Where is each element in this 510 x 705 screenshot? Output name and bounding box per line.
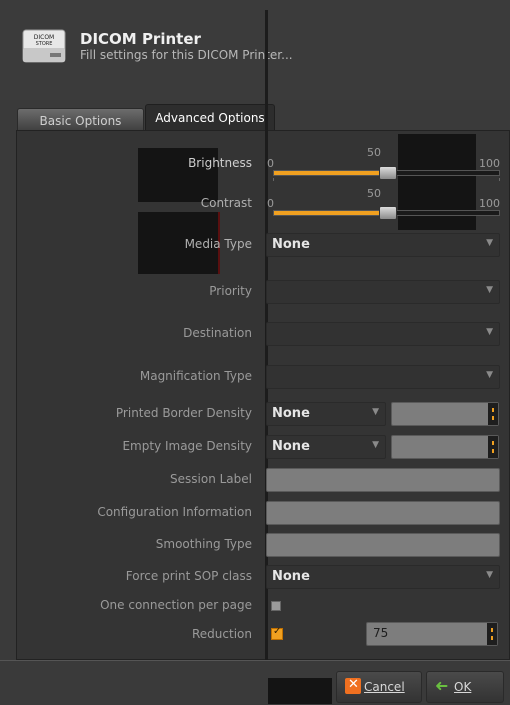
svg-text:DICOM: DICOM xyxy=(34,34,54,41)
brightness-max: 100 xyxy=(479,157,500,170)
printed-border-density-value: None xyxy=(272,406,310,421)
printed-border-density-spinbox[interactable] xyxy=(391,402,499,426)
configuration-information-label: Configuration Information xyxy=(97,505,252,519)
force-print-sop-class-select[interactable]: None ▼ xyxy=(266,565,500,589)
chevron-down-icon: ▼ xyxy=(486,327,493,337)
spin-arrows-icon[interactable] xyxy=(488,436,498,458)
printed-border-density-label: Printed Border Density xyxy=(115,406,252,420)
tab-basic-options[interactable]: Basic Options xyxy=(17,108,144,131)
chevron-down-icon: ▼ xyxy=(372,407,379,417)
force-print-sop-class-value: None xyxy=(272,569,310,584)
media-type-label: Media Type xyxy=(184,237,252,251)
spin-arrows-icon[interactable] xyxy=(488,403,498,425)
magnification-type-select[interactable]: ▼ xyxy=(266,365,500,389)
reduction-value: 75 xyxy=(373,626,389,640)
tab-advanced-options[interactable]: Advanced Options xyxy=(145,104,275,131)
force-print-sop-class-label: Force print SOP class xyxy=(125,569,252,583)
chevron-down-icon: ▼ xyxy=(486,570,493,580)
printed-border-density-select[interactable]: None ▼ xyxy=(266,402,386,426)
dialog-header: DICOM STORE DICOM Printer Fill settings … xyxy=(0,0,510,100)
media-type-select[interactable]: None ▼ xyxy=(266,233,500,257)
destination-label: Destination xyxy=(183,326,252,340)
reduction-checkbox[interactable] xyxy=(271,626,283,640)
cancel-button-label: Cancel xyxy=(364,680,405,694)
contrast-label: Contrast xyxy=(200,196,252,210)
cancel-icon xyxy=(345,677,361,694)
contrast-slider-handle[interactable] xyxy=(378,206,397,220)
session-label-label: Session Label xyxy=(170,472,252,486)
brightness-label: Brightness xyxy=(188,156,252,170)
reduction-label: Reduction xyxy=(192,627,252,641)
brightness-min: 0 xyxy=(267,157,274,170)
dicom-store-printer-icon: DICOM STORE xyxy=(22,29,66,63)
smoothing-type-input[interactable] xyxy=(266,533,500,557)
brightness-value: 50 xyxy=(367,146,381,159)
empty-image-density-label: Empty Image Density xyxy=(122,439,252,453)
configuration-information-input[interactable] xyxy=(266,501,500,525)
priority-select[interactable]: ▼ xyxy=(266,280,500,304)
render-artifact-line xyxy=(265,10,268,704)
contrast-value: 50 xyxy=(367,187,381,200)
contrast-slider-fill xyxy=(274,211,387,215)
dialog-title: DICOM Printer xyxy=(80,30,201,48)
magnification-type-label: Magnification Type xyxy=(139,369,252,383)
media-type-value: None xyxy=(272,237,310,252)
render-artifact xyxy=(268,678,332,704)
ok-button-label: OK xyxy=(454,680,472,694)
chevron-down-icon: ▼ xyxy=(372,440,379,450)
contrast-min: 0 xyxy=(267,197,274,210)
chevron-down-icon: ▼ xyxy=(486,238,493,248)
smoothing-type-label: Smoothing Type xyxy=(155,537,252,551)
cancel-button[interactable]: Cancel xyxy=(336,671,422,703)
contrast-slider[interactable] xyxy=(273,206,500,220)
ok-arrow-icon xyxy=(435,678,451,694)
empty-image-density-value: None xyxy=(272,439,310,454)
empty-image-density-spinbox[interactable] xyxy=(391,435,499,459)
chevron-down-icon: ▼ xyxy=(486,370,493,380)
reduction-spinbox[interactable]: 75 xyxy=(366,622,498,646)
brightness-slider[interactable] xyxy=(273,166,500,180)
brightness-slider-ticks xyxy=(273,178,500,181)
contrast-max: 100 xyxy=(479,197,500,210)
empty-image-density-select[interactable]: None ▼ xyxy=(266,435,386,459)
chevron-down-icon: ▼ xyxy=(486,285,493,295)
svg-text:STORE: STORE xyxy=(36,41,53,47)
dialog-subtitle: Fill settings for this DICOM Printer... xyxy=(80,48,293,62)
priority-label: Priority xyxy=(209,284,252,298)
one-connection-per-page-label: One connection per page xyxy=(100,598,252,612)
spin-arrows-icon[interactable] xyxy=(487,623,497,645)
ok-button[interactable]: OK xyxy=(426,671,504,703)
one-connection-per-page-checkbox[interactable] xyxy=(271,601,281,611)
session-label-input[interactable] xyxy=(266,468,500,492)
destination-select[interactable]: ▼ xyxy=(266,322,500,346)
brightness-slider-fill xyxy=(274,171,387,175)
